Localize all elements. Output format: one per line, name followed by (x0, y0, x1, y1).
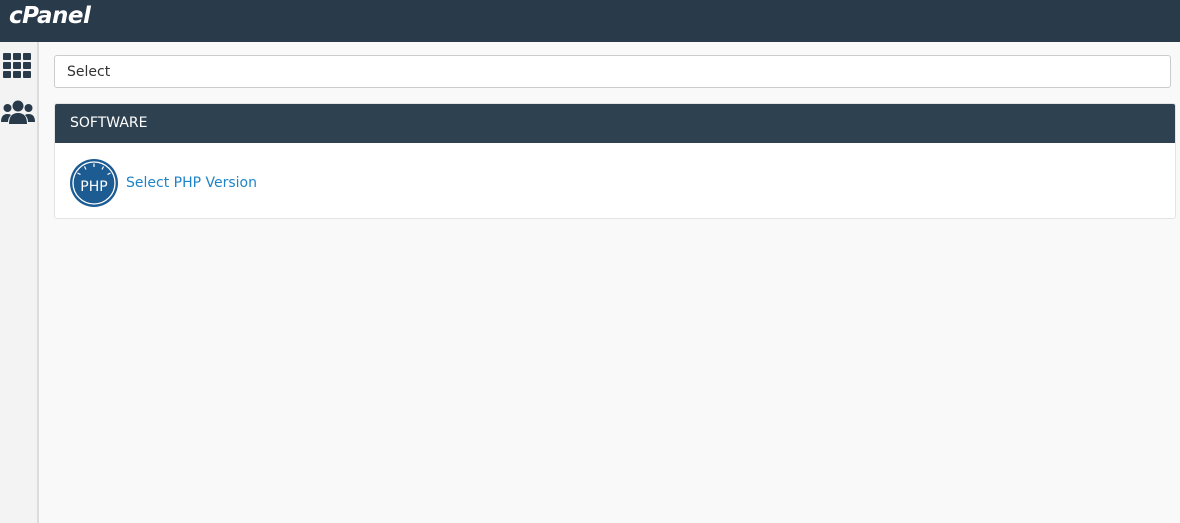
software-section: SOFTWARE PHP Select PHP Version (54, 103, 1176, 219)
php-icon: PHP (70, 159, 118, 207)
svg-text:PHP: PHP (80, 179, 107, 195)
main-content: SOFTWARE PHP Select PHP Version (40, 42, 1180, 523)
select-php-version-link[interactable]: PHP Select PHP Version (69, 158, 257, 208)
section-header[interactable]: SOFTWARE (55, 104, 1175, 143)
item-label: Select PHP Version (126, 175, 257, 191)
search-input[interactable] (54, 55, 1171, 88)
sidebar (0, 42, 39, 523)
grid-icon (3, 53, 31, 78)
users-icon (1, 100, 35, 124)
cpanel-logo[interactable]: cPanel (9, 3, 91, 29)
top-bar: cPanel (0, 0, 1180, 42)
